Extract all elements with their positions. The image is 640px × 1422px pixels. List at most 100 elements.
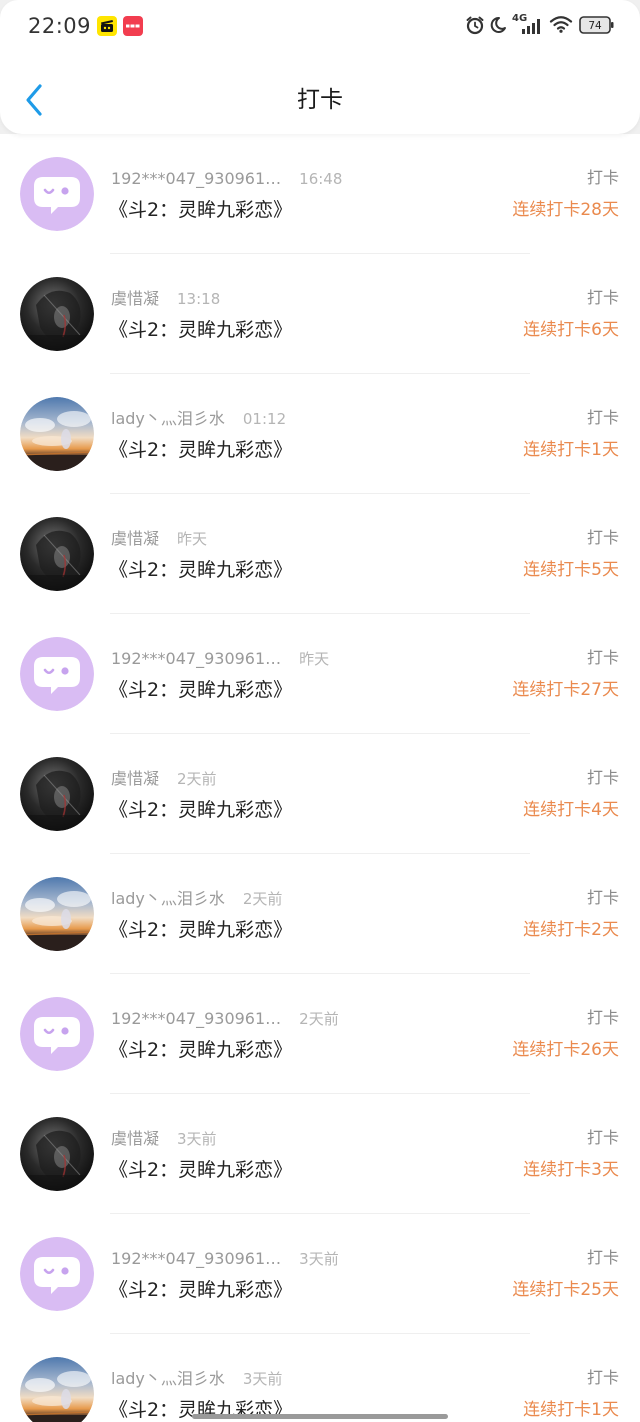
streak-label: 连续打卡25天	[512, 1280, 619, 1300]
meta-line: 192***047_930961… 昨天	[111, 648, 329, 670]
checkin-time: 3天前	[177, 1130, 217, 1148]
username[interactable]: 192***047_930961…	[111, 648, 281, 670]
checkin-item[interactable]: 192***047_930961… 昨天 《斗2：灵眸九彩恋》 打卡 连续打卡27…	[0, 614, 640, 734]
checkin-label: 打卡	[586, 288, 619, 307]
network-type: 4G	[512, 13, 527, 24]
streak-label: 连续打卡3天	[523, 1160, 619, 1180]
meta-line: 192***047_930961… 3天前	[111, 1248, 339, 1270]
meta-line: 虞惜凝 2天前	[111, 768, 217, 790]
book-title[interactable]: 《斗2：灵眸九彩恋》	[109, 556, 292, 584]
streak-label: 连续打卡28天	[512, 200, 619, 220]
book-title[interactable]: 《斗2：灵眸九彩恋》	[109, 916, 292, 944]
book-title[interactable]: 《斗2：灵眸九彩恋》	[109, 676, 292, 704]
default-chat-avatar[interactable]	[20, 637, 94, 711]
yellow-app-icon	[97, 16, 117, 36]
username[interactable]: lady丶灬泪彡水	[111, 888, 225, 910]
checkin-item[interactable]: 虞惜凝 3天前 《斗2：灵眸九彩恋》 打卡 连续打卡3天	[0, 1094, 640, 1214]
streak-label: 连续打卡5天	[523, 560, 619, 580]
book-title[interactable]: 《斗2：灵眸九彩恋》	[109, 796, 292, 824]
red-app-icon	[123, 16, 143, 36]
checkin-label: 打卡	[586, 1368, 619, 1387]
book-title[interactable]: 《斗2：灵眸九彩恋》	[109, 1036, 292, 1064]
username[interactable]: 虞惜凝	[111, 528, 159, 550]
checkin-label: 打卡	[586, 1008, 619, 1027]
default-chat-avatar[interactable]	[20, 157, 94, 231]
dark-anime-avatar[interactable]	[20, 757, 94, 831]
username[interactable]: 192***047_930961…	[111, 1248, 281, 1270]
checkin-time: 2天前	[242, 890, 283, 908]
book-title[interactable]: 《斗2：灵眸九彩恋》	[109, 316, 292, 344]
top-bar: 22:09 4G 74 打卡	[0, 0, 640, 134]
username[interactable]: 虞惜凝	[111, 288, 159, 310]
battery-level: 74	[588, 20, 602, 32]
wifi-icon	[549, 16, 573, 33]
username[interactable]: 192***047_930961…	[111, 168, 281, 190]
username[interactable]: 虞惜凝	[111, 1128, 159, 1150]
checkin-time: 2天前	[299, 1010, 339, 1028]
checkin-time: 昨天	[177, 530, 208, 548]
checkin-item[interactable]: 192***047_930961… 2天前 《斗2：灵眸九彩恋》 打卡 连续打卡2…	[0, 974, 640, 1094]
moon-icon	[490, 16, 506, 33]
checkin-label: 打卡	[586, 1248, 619, 1267]
username[interactable]: lady丶灬泪彡水	[111, 1368, 225, 1390]
checkin-item[interactable]: 192***047_930961… 3天前 《斗2：灵眸九彩恋》 打卡 连续打卡2…	[0, 1214, 640, 1334]
checkin-label: 打卡	[586, 768, 619, 787]
checkin-item[interactable]: 虞惜凝 13:18 《斗2：灵眸九彩恋》 打卡 连续打卡6天	[0, 254, 640, 374]
signal-icon: 4G	[512, 13, 540, 34]
username[interactable]: 192***047_930961…	[111, 1008, 281, 1030]
sunset-anime-avatar[interactable]	[20, 397, 94, 471]
checkin-item[interactable]: lady丶灬泪彡水 01:12 《斗2：灵眸九彩恋》 打卡 连续打卡1天	[0, 374, 640, 494]
book-title[interactable]: 《斗2：灵眸九彩恋》	[109, 196, 292, 224]
clapperboard-icon	[101, 20, 113, 32]
sunset-anime-avatar[interactable]	[20, 1357, 94, 1422]
default-chat-avatar[interactable]	[20, 997, 94, 1071]
meta-line: 192***047_930961… 2天前	[111, 1008, 339, 1030]
checkin-label: 打卡	[586, 168, 619, 187]
checkin-time: 3天前	[242, 1370, 283, 1388]
meta-line: 虞惜凝 3天前	[111, 1128, 217, 1150]
dark-anime-avatar[interactable]	[20, 277, 94, 351]
checkin-label: 打卡	[586, 528, 619, 547]
meta-line: 虞惜凝 昨天	[111, 528, 207, 550]
checkin-item[interactable]: 192***047_930961… 16:48 《斗2：灵眸九彩恋》 打卡 连续打…	[0, 134, 640, 254]
checkin-time: 16:48	[299, 170, 343, 188]
username[interactable]: 虞惜凝	[111, 768, 159, 790]
checkin-item[interactable]: 虞惜凝 昨天 《斗2：灵眸九彩恋》 打卡 连续打卡5天	[0, 494, 640, 614]
meta-line: lady丶灬泪彡水 2天前	[111, 888, 282, 910]
streak-label: 连续打卡27天	[512, 680, 619, 700]
dark-anime-avatar[interactable]	[20, 517, 94, 591]
username[interactable]: lady丶灬泪彡水	[111, 408, 225, 430]
page-title: 打卡	[297, 87, 343, 113]
book-title[interactable]: 《斗2：灵眸九彩恋》	[109, 1276, 292, 1304]
streak-label: 连续打卡2天	[523, 920, 619, 940]
checkin-item[interactable]: lady丶灬泪彡水 3天前 《斗2：灵眸九彩恋》 打卡 连续打卡1天	[0, 1334, 640, 1422]
streak-label: 连续打卡6天	[523, 320, 619, 340]
checkin-item[interactable]: lady丶灬泪彡水 2天前 《斗2：灵眸九彩恋》 打卡 连续打卡2天	[0, 854, 640, 974]
default-chat-avatar[interactable]	[20, 1237, 94, 1311]
checkin-time: 01:12	[242, 410, 287, 428]
meta-line: 192***047_930961… 16:48	[111, 168, 342, 190]
meta-line: lady丶灬泪彡水 01:12	[111, 408, 286, 430]
checkin-time: 3天前	[299, 1250, 339, 1268]
checkin-time: 昨天	[299, 650, 330, 668]
checkin-item[interactable]: 虞惜凝 2天前 《斗2：灵眸九彩恋》 打卡 连续打卡4天	[0, 734, 640, 854]
battery-icon: 74	[579, 16, 614, 34]
dark-anime-avatar[interactable]	[20, 1117, 94, 1191]
checkin-list[interactable]: 192***047_930961… 16:48 《斗2：灵眸九彩恋》 打卡 连续打…	[0, 134, 640, 1422]
red-app-logo-icon	[126, 24, 140, 28]
checkin-label: 打卡	[586, 408, 619, 427]
home-indicator[interactable]	[192, 1414, 448, 1419]
streak-label: 连续打卡1天	[523, 440, 619, 460]
streak-label: 连续打卡4天	[523, 800, 619, 820]
sunset-anime-avatar[interactable]	[20, 877, 94, 951]
meta-line: lady丶灬泪彡水 3天前	[111, 1368, 282, 1390]
status-time: 22:09	[28, 14, 92, 38]
checkin-label: 打卡	[586, 648, 619, 667]
book-title[interactable]: 《斗2：灵眸九彩恋》	[109, 436, 292, 464]
streak-label: 连续打卡1天	[523, 1400, 619, 1420]
book-title[interactable]: 《斗2：灵眸九彩恋》	[109, 1156, 292, 1184]
meta-line: 虞惜凝 13:18	[111, 288, 220, 310]
streak-label: 连续打卡26天	[512, 1040, 619, 1060]
checkin-label: 打卡	[586, 1128, 619, 1147]
alarm-icon	[466, 16, 484, 35]
